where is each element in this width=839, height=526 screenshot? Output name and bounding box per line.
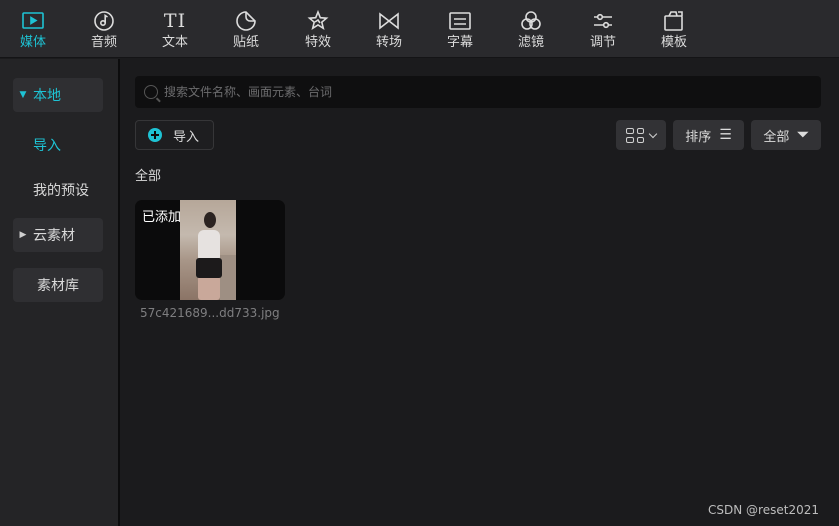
top-toolbar: 媒体 音频 TI 文本 贴纸 特效 转场 字幕 滤镜 调节 模板	[0, 0, 839, 58]
sort-button[interactable]: 排序 ☰	[673, 120, 744, 150]
text-icon: TI	[162, 9, 188, 33]
sidebar-item-local-label: 本地	[33, 88, 61, 104]
sidebar-item-library-label: 素材库	[37, 278, 79, 294]
media-file-name: 57c421689...dd733.jpg	[140, 306, 280, 320]
search-icon	[144, 85, 158, 99]
import-button[interactable]: 导入	[135, 120, 214, 150]
grid-view-icon	[626, 127, 644, 143]
text-glyph: TI	[163, 10, 187, 32]
sidebar-item-cloud-label: 云素材	[33, 228, 75, 244]
tab-template-label: 模板	[660, 35, 687, 50]
filter-icon	[518, 9, 544, 33]
media-icon	[20, 9, 46, 33]
view-mode-button[interactable]	[616, 120, 666, 150]
tab-media-label: 媒体	[19, 35, 46, 50]
adjust-icon	[590, 9, 616, 33]
editor-window: 媒体 音频 TI 文本 贴纸 特效 转场 字幕 滤镜 调节 模板 ▼ 本地 导入…	[0, 0, 839, 526]
funnel-icon: ⏷	[797, 127, 809, 143]
section-title: 全部	[135, 169, 162, 184]
transition-icon	[376, 9, 402, 33]
sidebar-item-cloud[interactable]: ▶ 云素材	[13, 218, 103, 252]
search-input[interactable]	[164, 85, 804, 99]
import-button-label: 导入	[173, 129, 200, 145]
tab-text-label: 文本	[161, 35, 188, 50]
tab-effects-label: 特效	[304, 35, 331, 50]
tab-text[interactable]: TI 文本	[142, 0, 208, 58]
sticker-icon	[233, 9, 259, 33]
sort-icon: ☰	[719, 127, 732, 143]
tab-adjust[interactable]: 调节	[570, 0, 636, 58]
tab-adjust-label: 调节	[589, 35, 616, 50]
media-thumbnail	[180, 200, 236, 300]
media-panel: 导入 排序 ☰ 全部 ⏷ 全部 已添加 57c421689...dd733.j	[120, 59, 839, 526]
sidebar-item-local[interactable]: ▼ 本地	[13, 78, 103, 112]
tab-sticker[interactable]: 贴纸	[213, 0, 279, 58]
media-item[interactable]: 已添加	[135, 200, 285, 300]
media-sidebar: ▼ 本地 导入 我的预设 ▶ 云素材 素材库	[0, 59, 118, 526]
tab-transition[interactable]: 转场	[356, 0, 422, 58]
tab-template[interactable]: 模板	[641, 0, 707, 58]
tab-effects[interactable]: 特效	[285, 0, 351, 58]
effects-icon	[305, 9, 331, 33]
template-icon	[661, 9, 687, 33]
tab-subtitle-label: 字幕	[446, 35, 473, 50]
sidebar-item-my-presets[interactable]: 我的预设	[33, 180, 89, 200]
tab-sticker-label: 贴纸	[232, 35, 259, 50]
filter-button-label: 全部	[763, 129, 790, 145]
audio-icon	[91, 9, 117, 33]
chevron-down-icon	[648, 129, 658, 138]
tab-transition-label: 转场	[375, 35, 402, 50]
subtitle-icon	[447, 9, 473, 33]
added-badge: 已添加	[142, 210, 182, 225]
tab-filter-label: 滤镜	[517, 35, 544, 50]
caret-down-icon: ▼	[19, 90, 27, 100]
sidebar-item-import[interactable]: 导入	[33, 135, 61, 155]
watermark: CSDN @reset2021	[708, 503, 819, 517]
tab-audio-label: 音频	[90, 35, 117, 50]
filter-button[interactable]: 全部 ⏷	[751, 120, 821, 150]
search-bar[interactable]	[135, 76, 821, 108]
tab-audio[interactable]: 音频	[71, 0, 137, 58]
sidebar-item-library[interactable]: 素材库	[13, 268, 103, 302]
tab-filter[interactable]: 滤镜	[498, 0, 564, 58]
plus-circle-icon	[148, 128, 162, 142]
caret-right-icon: ▶	[19, 230, 27, 240]
tab-subtitle[interactable]: 字幕	[427, 0, 493, 58]
tab-media[interactable]: 媒体	[0, 0, 66, 58]
sort-button-label: 排序	[685, 129, 712, 145]
